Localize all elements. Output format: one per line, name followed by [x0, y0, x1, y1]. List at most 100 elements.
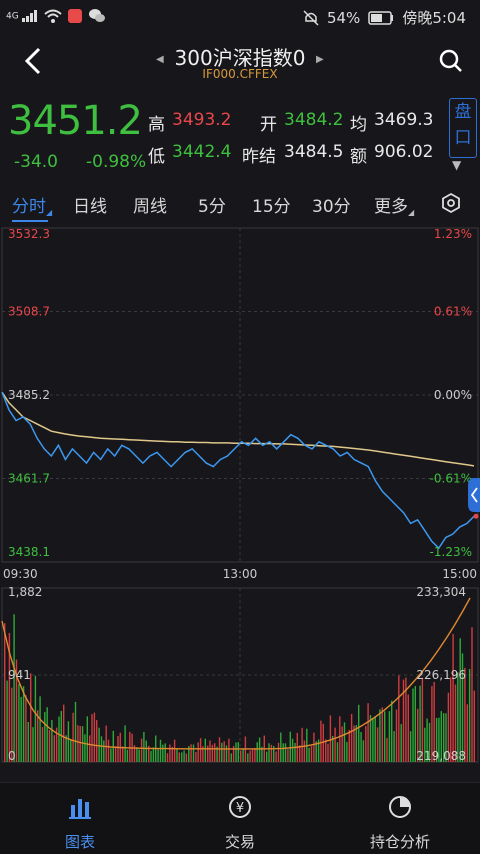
volume-bar: [51, 720, 53, 762]
volume-bar: [164, 743, 166, 762]
volume-bar: [86, 716, 88, 762]
axis-labels: 3532.3 3508.7 3485.2 3461.7 3438.1 1.23% 0.61%…: [3, 227, 479, 763]
volume-bar: [398, 675, 400, 762]
volume-bar: [291, 738, 294, 762]
volume-bar: [41, 727, 44, 762]
volume-bar: [308, 747, 310, 762]
tab-30min[interactable]: 30分: [312, 192, 351, 217]
volume-bar: [44, 711, 46, 762]
volume-bar: [225, 745, 228, 762]
period-tabs: 分时 ◢ 日线 周线 5分 15分 30分 更多 ◢: [0, 184, 480, 224]
volume-bar: [270, 744, 273, 762]
clock: 傍晚5:04: [402, 9, 466, 27]
volume-bar: [32, 727, 34, 762]
volume-bar: [343, 722, 346, 762]
chart-settings-button[interactable]: [440, 192, 462, 214]
volume-bar: [195, 752, 197, 762]
nav-chart[interactable]: 图表: [30, 793, 130, 852]
bottom-nav: 图表 ¥ 交易 持仓分析: [0, 782, 480, 854]
signal-icon: 4G: [6, 10, 38, 22]
tab-daily[interactable]: 日线: [73, 192, 107, 217]
volume-bar: [228, 738, 230, 762]
amount-value: 906.02: [374, 142, 434, 162]
price-line: [1, 391, 475, 550]
volume-bar: [320, 720, 322, 762]
mute-icon: [303, 9, 319, 26]
volume-bar: [192, 744, 195, 762]
nav-chart-label: 图表: [64, 833, 95, 851]
search-icon: [439, 49, 462, 72]
volume-bar: [310, 746, 313, 762]
volume-bar: [105, 725, 107, 762]
last-price-dot: [473, 513, 479, 519]
volume-bar: [388, 711, 391, 762]
low-value: 3442.4: [172, 142, 232, 162]
volume-bar: [185, 753, 188, 762]
next-contract-arrow-icon[interactable]: ▶: [316, 54, 324, 65]
volume-axis-label: 0: [8, 749, 16, 763]
tab-more[interactable]: 更多: [374, 192, 408, 217]
volume-bar: [93, 712, 96, 762]
nav-trade-label: 交易: [224, 833, 255, 851]
nav-position[interactable]: 持仓分析: [350, 793, 450, 852]
volume-bar: [178, 752, 180, 762]
volume-bar: [140, 738, 143, 762]
volume-bar: [183, 750, 185, 762]
volume-bar: [268, 743, 270, 762]
tab-intraday[interactable]: 分时: [12, 192, 46, 217]
volume-bar: [235, 742, 237, 762]
volume-bar: [70, 740, 72, 762]
tab-15min[interactable]: 15分: [252, 192, 291, 217]
volume-bar: [237, 742, 239, 762]
pie-chart-icon: [389, 796, 411, 818]
chevron-down-icon[interactable]: ▼: [452, 158, 461, 172]
volume-bar: [369, 715, 372, 762]
volume-bar: [190, 744, 192, 762]
volume-bar: [367, 703, 369, 762]
quote-panel: 3451.2 -34.0 -0.98% 高 3493.2 开 3484.2 均 …: [0, 92, 480, 180]
open-interest-line: [1, 597, 471, 750]
volume-bar: [166, 753, 169, 762]
volume-bar: [37, 710, 39, 762]
battery-percent: 54%: [326, 8, 361, 27]
volume-bar: [334, 727, 336, 762]
volume-bar: [77, 725, 79, 762]
volume-bar: [289, 731, 291, 762]
wifi-icon: [43, 9, 62, 23]
prev-settle-label: 昨结: [242, 147, 276, 167]
volume-bar: [266, 751, 268, 762]
volume-bar: [374, 716, 376, 762]
volume-bar: [301, 727, 303, 762]
volume-bar: [25, 695, 27, 762]
volume-bar: [65, 735, 67, 762]
intraday-chart[interactable]: 3532.3 3508.7 3485.2 3461.7 3438.1 1.23% 0.61%…: [0, 222, 480, 782]
volume-bar: [284, 743, 287, 762]
volume-bar: [400, 724, 402, 762]
volume-bar: [379, 709, 381, 762]
side-handle[interactable]: [468, 478, 480, 512]
volume-bar: [22, 686, 25, 762]
volume-bar: [48, 730, 51, 762]
tab-weekly[interactable]: 周线: [133, 192, 167, 217]
nav-trade[interactable]: ¥ 交易: [190, 793, 290, 852]
volume-bar: [277, 742, 280, 762]
volume-bar: [207, 745, 209, 762]
price-axis-label: 3485.2: [8, 388, 50, 402]
pankou-button[interactable]: 盘口: [449, 98, 477, 158]
volume-bar: [471, 627, 473, 762]
tab-5min[interactable]: 5分: [198, 192, 226, 217]
volume-bar: [240, 750, 242, 762]
open-label: 开: [260, 115, 277, 135]
volume-bar: [372, 718, 374, 762]
volume-bar: [152, 747, 155, 762]
search-button[interactable]: [436, 46, 466, 76]
volume-bar: [350, 713, 353, 762]
volume-bar: [251, 749, 254, 762]
change-percent: -0.98%: [86, 152, 147, 172]
volume-bar: [391, 700, 393, 762]
volume-bar: [209, 740, 211, 762]
avg-price-line: [1, 391, 475, 467]
volume-bar: [294, 743, 296, 762]
tab-more-caret-icon: ◢: [408, 208, 415, 217]
volume-bar: [358, 704, 360, 762]
